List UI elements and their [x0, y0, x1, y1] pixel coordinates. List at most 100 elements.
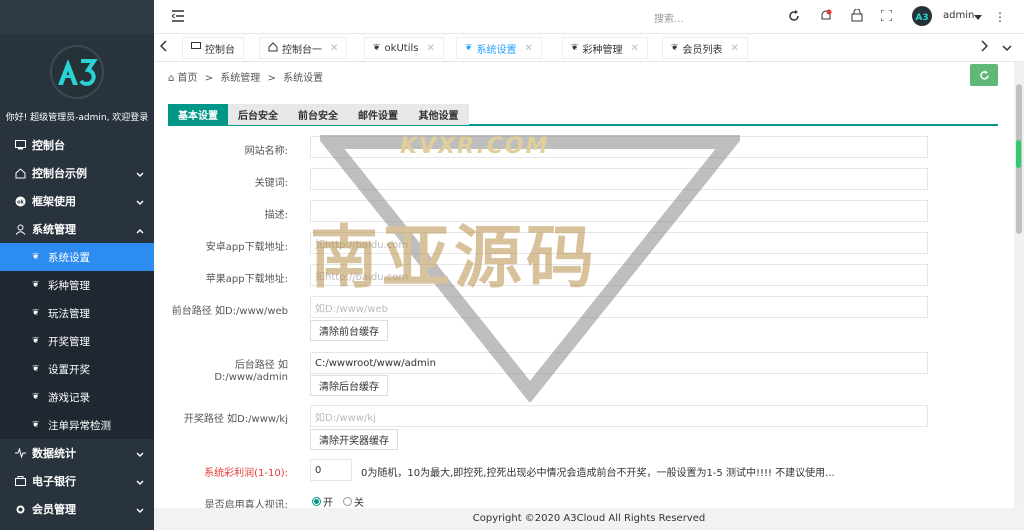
close-icon[interactable]: ✕: [731, 43, 739, 54]
tab-label: 会员列表: [682, 44, 723, 56]
sidebar-item-dashboard-demo[interactable]: 控制台示例: [0, 159, 154, 187]
refresh-icon[interactable]: [788, 10, 800, 25]
profit-input[interactable]: 0: [310, 459, 352, 481]
radio-off-label: 关: [354, 498, 364, 509]
tab-admin-security[interactable]: 后台安全: [228, 104, 288, 125]
tab-system-settings[interactable]: ❦ 系统设置 ✕: [456, 37, 542, 59]
keywords-label: 关键词:: [254, 178, 288, 189]
sidebar-subitem-label: 设置开奖: [48, 363, 90, 376]
tab-label: 控制台: [205, 44, 235, 56]
sidebar-subitem-label: 游戏记录: [48, 391, 90, 404]
sidebar-item-bank[interactable]: 电子银行: [0, 467, 154, 495]
avatar[interactable]: A3: [912, 6, 932, 26]
close-icon[interactable]: ✕: [631, 43, 639, 54]
chevron-down-icon: [136, 448, 144, 461]
sidebar-subitem-set-draw[interactable]: ❦ 设置开奖: [0, 355, 154, 383]
sidebar-item-label: 控制台示例: [32, 167, 87, 180]
chevron-down-icon: [136, 504, 144, 517]
page-tabs: 控制台 控制台一 ✕ ❦ okUtils ✕ ❦ 系统设置 ✕ ❦ 彩种管理 ✕ ❦ 会员列表 ✕: [154, 34, 1024, 62]
sidebar-subitem-label: 玩法管理: [48, 307, 90, 320]
breadcrumb-level2: 系统设置: [283, 73, 324, 84]
sidebar-item-framework[interactable]: ok 框架使用: [0, 187, 154, 215]
content-scrollbar[interactable]: [1014, 62, 1024, 508]
breadcrumb: ⌂ 首页 > 系统管理 > 系统设置: [168, 73, 324, 84]
lock-icon[interactable]: [851, 8, 863, 25]
tab-dashboard-one[interactable]: 控制台一 ✕: [259, 37, 348, 59]
clear-lottery-cache-button[interactable]: 清除开奖器缓存: [310, 429, 398, 450]
radio-on[interactable]: [312, 497, 321, 506]
sidebar-subitem-label: 系统设置: [48, 251, 90, 264]
chevron-down-icon: [136, 476, 144, 489]
notification-icon[interactable]: [820, 9, 832, 25]
site-name-input[interactable]: [310, 136, 928, 158]
sidebar-item-members[interactable]: 会员管理: [0, 495, 154, 523]
clear-admin-cache-button[interactable]: 清除后台缓存: [310, 375, 388, 396]
footer: Copyright ©2020 A3Cloud All Rights Reser…: [154, 508, 1024, 530]
tab-front-security[interactable]: 前台安全: [288, 104, 348, 125]
flower-icon: ❦: [32, 252, 40, 262]
sidebar-subitem-records[interactable]: ❦ 游戏记录: [0, 383, 154, 411]
tabs-next-icon[interactable]: [980, 40, 989, 55]
tab-members[interactable]: ❦ 会员列表 ✕: [662, 37, 748, 59]
tab-other[interactable]: 其他设置: [408, 104, 469, 125]
pulse-icon: [14, 447, 26, 459]
sidebar-subitem-anomaly[interactable]: ❦ 注单异常检测: [0, 411, 154, 439]
user-name[interactable]: admin: [943, 10, 974, 21]
search-input[interactable]: 搜索...: [654, 10, 684, 25]
flower-icon: ❦: [32, 336, 40, 346]
flower-icon: ❦: [32, 420, 40, 430]
lottery-path-input[interactable]: 如D:/www/kj: [310, 405, 928, 427]
sidebar-subitem-system-settings[interactable]: ❦ 系统设置: [0, 243, 154, 271]
radio-off[interactable]: [343, 497, 352, 506]
android-url-label: 安卓app下载地址:: [205, 242, 288, 253]
caret-down-icon[interactable]: [974, 11, 982, 24]
bank-icon: [14, 475, 26, 487]
breadcrumb-home[interactable]: 首页: [178, 73, 198, 84]
keywords-input[interactable]: [310, 168, 928, 190]
sidebar-subitem-play[interactable]: ❦ 玩法管理: [0, 299, 154, 327]
close-icon[interactable]: ✕: [426, 43, 434, 54]
sidebar-menu: 控制台 控制台示例 ok 框架使用 系统管理 ❦ 系统设置 ❦ 彩种管理 ❦ 玩法管理…: [0, 131, 154, 523]
android-url-input[interactable]: 如http://baidu.com: [310, 232, 928, 254]
top-header: 搜索... A3 admin ⋮: [154, 0, 1024, 34]
clear-front-cache-button[interactable]: 清除前台缓存: [310, 320, 388, 341]
flower-icon: ❦: [32, 280, 40, 290]
sidebar-item-stats[interactable]: 数据统计: [0, 439, 154, 467]
sidebar-subitem-lottery[interactable]: ❦ 彩种管理: [0, 271, 154, 299]
logo: A3: [50, 45, 104, 99]
tab-mail[interactable]: 邮件设置: [348, 104, 408, 125]
tab-basic[interactable]: 基本设置: [168, 104, 228, 125]
tab-lottery[interactable]: ❦ 彩种管理 ✕: [562, 37, 648, 59]
flower-icon: ❦: [32, 308, 40, 318]
refresh-button[interactable]: [970, 64, 998, 86]
tab-label: 彩种管理: [582, 44, 623, 56]
close-icon[interactable]: ✕: [525, 43, 533, 54]
tab-okutils[interactable]: ❦ okUtils ✕: [364, 37, 444, 59]
breadcrumb-level1[interactable]: 系统管理: [220, 73, 260, 84]
main-content: ⌂ 首页 > 系统管理 > 系统设置 基本设置 后台安全 前台安全 邮件设置 其…: [154, 62, 1014, 511]
profit-label: 系统彩利润(1-10):: [204, 468, 288, 479]
ios-url-label: 苹果app下载地址:: [205, 274, 288, 285]
sidebar-item-system[interactable]: 系统管理: [0, 215, 154, 243]
badge-icon: ok: [14, 195, 26, 207]
description-input[interactable]: [310, 200, 928, 222]
tabs-prev-icon[interactable]: [159, 40, 168, 55]
settings-tabs: 基本设置 后台安全 前台安全 邮件设置 其他设置: [168, 104, 998, 126]
chevron-down-icon[interactable]: [1002, 42, 1012, 55]
sidebar-item-dashboard[interactable]: 控制台: [0, 131, 154, 159]
admin-path-input[interactable]: C:/wwwroot/www/admin: [310, 352, 928, 374]
ios-url-input[interactable]: 如http://baidu.com: [310, 264, 928, 286]
more-icon[interactable]: ⋮: [994, 10, 1006, 24]
tab-dashboard[interactable]: 控制台: [182, 37, 244, 59]
fullscreen-icon[interactable]: [880, 9, 893, 24]
user-icon: [14, 223, 26, 235]
front-path-input[interactable]: 如D:/www/web: [310, 296, 928, 318]
menu-toggle-icon[interactable]: [171, 10, 184, 25]
home-icon: [268, 41, 278, 55]
sidebar-item-label: 系统管理: [32, 223, 76, 236]
monitor-icon: [191, 42, 201, 54]
close-icon[interactable]: ✕: [330, 43, 338, 54]
welcome-text: 你好! 超级管理员-admin, 欢迎登录: [5, 113, 149, 123]
sidebar-subitem-draw[interactable]: ❦ 开奖管理: [0, 327, 154, 355]
monitor-icon: [14, 139, 26, 151]
